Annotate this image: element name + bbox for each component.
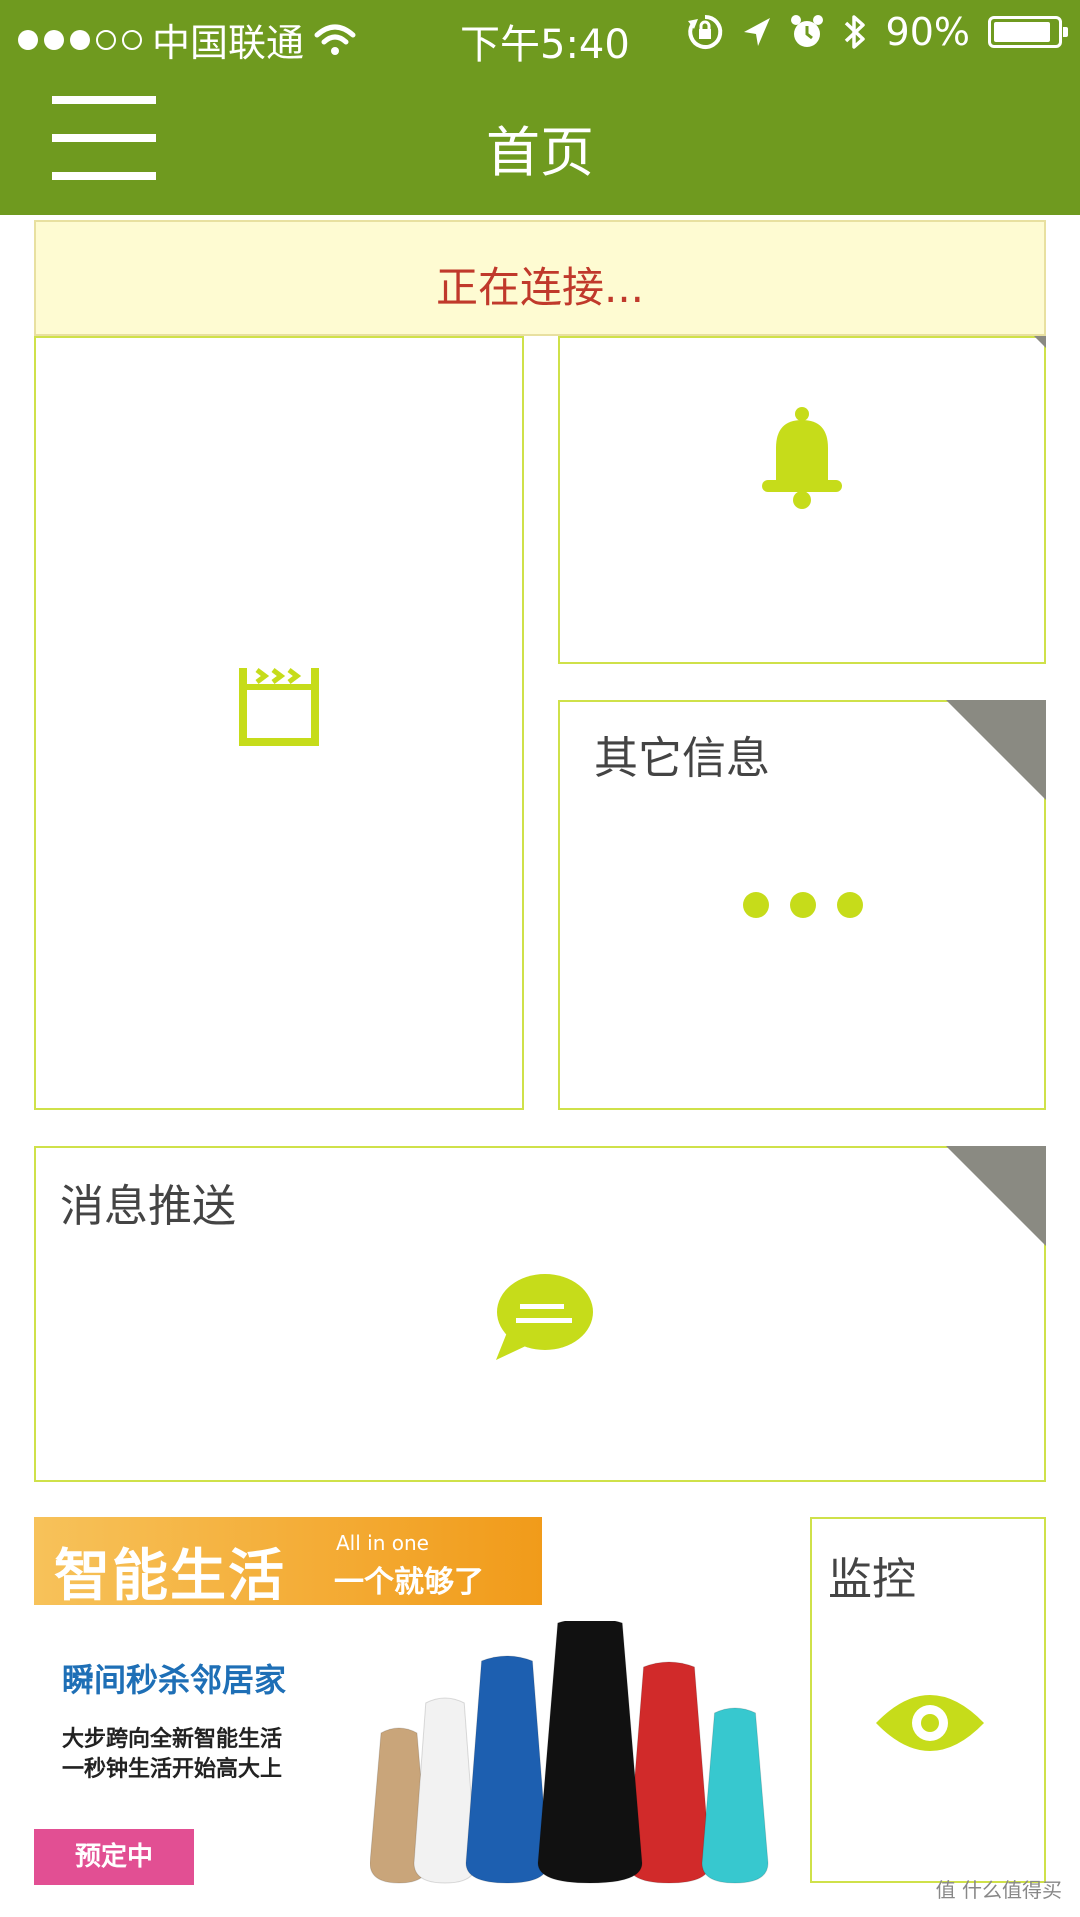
status-bar: 中国联通 下午5:40 90% bbox=[0, 0, 1080, 70]
alarm-icon bbox=[790, 15, 823, 47]
status-time: 下午5:40 bbox=[460, 22, 630, 68]
top-bar: 中国联通 下午5:40 90% 首页 bbox=[0, 0, 1080, 215]
product-bottle bbox=[701, 1707, 769, 1884]
connection-status-banner: 正在连接... bbox=[34, 220, 1046, 336]
message-push-tile[interactable]: 消息推送 bbox=[34, 1146, 1046, 1482]
bell-icon bbox=[762, 407, 842, 509]
location-icon bbox=[743, 18, 770, 46]
product-bottle bbox=[537, 1621, 643, 1884]
other-info-title: 其它信息 bbox=[594, 733, 770, 784]
wifi-icon bbox=[314, 24, 356, 55]
other-info-tile[interactable]: 其它信息 bbox=[558, 700, 1046, 1110]
product-image bbox=[370, 1621, 769, 1884]
corner-triangle bbox=[946, 700, 1046, 800]
signal-strength-icon bbox=[18, 29, 142, 50]
rotation-lock-icon bbox=[687, 14, 722, 49]
preorder-button[interactable]: 预定中 bbox=[34, 1829, 194, 1885]
carrier-name: 中国联通 bbox=[152, 21, 305, 65]
connection-status-text: 正在连接... bbox=[435, 263, 645, 312]
bluetooth-icon bbox=[844, 15, 865, 49]
promo-headline: 瞬间秒杀邻居家 bbox=[62, 1661, 287, 1699]
message-push-title: 消息推送 bbox=[60, 1181, 236, 1232]
battery-percent: 90% bbox=[885, 10, 970, 54]
battery-fill bbox=[994, 22, 1050, 42]
carrier-group: 中国联通 bbox=[18, 12, 356, 67]
corner-triangle bbox=[1034, 336, 1046, 348]
corner-triangle bbox=[946, 1146, 1046, 1246]
page-title: 首页 bbox=[486, 121, 594, 184]
chat-bubble-icon bbox=[496, 1274, 593, 1360]
eye-icon bbox=[876, 1695, 984, 1751]
battery-icon bbox=[988, 16, 1068, 48]
product-bottle bbox=[465, 1655, 549, 1884]
promo-sub1-text: All in one bbox=[336, 1531, 429, 1555]
video-tile[interactable] bbox=[34, 336, 524, 1110]
promo-line-1: 大步跨向全新智能生活 bbox=[62, 1727, 283, 1752]
promo-title-bar: 智能生活 All in one 一个就够了 bbox=[34, 1517, 542, 1609]
monitor-title: 监控 bbox=[828, 1554, 916, 1605]
status-right-group: 90% bbox=[686, 10, 1068, 54]
monitor-tile[interactable]: 监控 bbox=[810, 1517, 1046, 1883]
clapperboard-icon bbox=[239, 668, 319, 746]
watermark: 值 什么值得买 bbox=[935, 1878, 1062, 1902]
promo-line-2: 一秒钟生活开始高大上 bbox=[62, 1757, 283, 1782]
promo-sub2-text: 一个就够了 bbox=[334, 1565, 484, 1600]
promo-banner[interactable]: 智能生活 All in one 一个就够了 瞬间秒杀邻居家 大步跨向全新智能生活… bbox=[34, 1517, 804, 1895]
promo-main-text: 智能生活 bbox=[54, 1544, 286, 1609]
alarm-tile[interactable] bbox=[558, 336, 1046, 664]
